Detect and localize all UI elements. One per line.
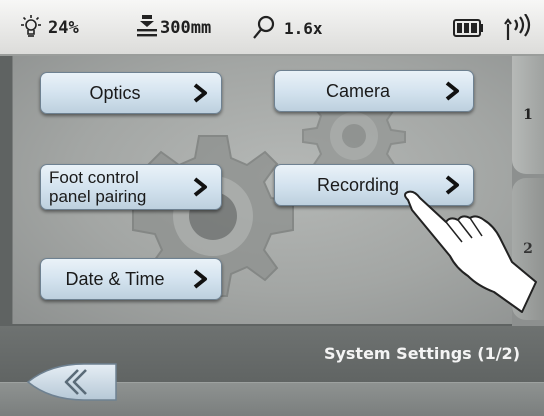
tab-page-1[interactable]: 1 — [512, 56, 544, 174]
wireless-signal-icon — [500, 14, 538, 42]
chevron-right-icon — [193, 269, 207, 289]
pointing-hand-icon — [404, 190, 537, 313]
date-time-button[interactable]: Date & Time — [40, 258, 222, 300]
camera-label: Camera — [325, 80, 391, 101]
status-bar: 24% 300mm 1.6x — [0, 0, 544, 56]
footer-area: System Settings (1/2) — [0, 326, 544, 416]
foot-control-pairing-button[interactable]: Foot control panel pairing — [40, 164, 222, 210]
focus-distance-value: 300mm — [160, 18, 212, 38]
magnifier-icon — [252, 14, 276, 42]
camera-button[interactable]: Camera — [274, 70, 474, 112]
chevron-right-icon — [193, 177, 207, 197]
chevron-right-icon — [193, 83, 207, 103]
battery-icon — [452, 14, 484, 42]
tab-page-1-label: 1 — [523, 107, 533, 123]
foot-control-label: Foot control panel pairing — [41, 168, 189, 206]
chevron-right-icon — [445, 81, 459, 101]
optics-button[interactable]: Optics — [40, 72, 222, 114]
focus-distance-icon — [136, 14, 158, 42]
brightness-value: 24% — [48, 18, 79, 38]
back-button[interactable] — [24, 360, 120, 404]
zoom-value: 1.6x — [284, 18, 323, 38]
foot-control-label-line1: Foot control — [49, 168, 139, 187]
brightness-icon — [18, 14, 44, 42]
date-time-label: Date & Time — [65, 268, 165, 289]
zoom-indicator: 1.6x — [252, 14, 323, 42]
device-screen: 24% 300mm 1.6x Optics Camera Foot contro… — [0, 0, 544, 416]
focus-distance-indicator: 300mm — [136, 14, 211, 42]
brightness-indicator: 24% — [18, 14, 79, 42]
foot-control-label-line2: panel pairing — [49, 187, 147, 206]
page-title: System Settings (1/2) — [323, 344, 520, 363]
optics-label: Optics — [89, 82, 141, 103]
